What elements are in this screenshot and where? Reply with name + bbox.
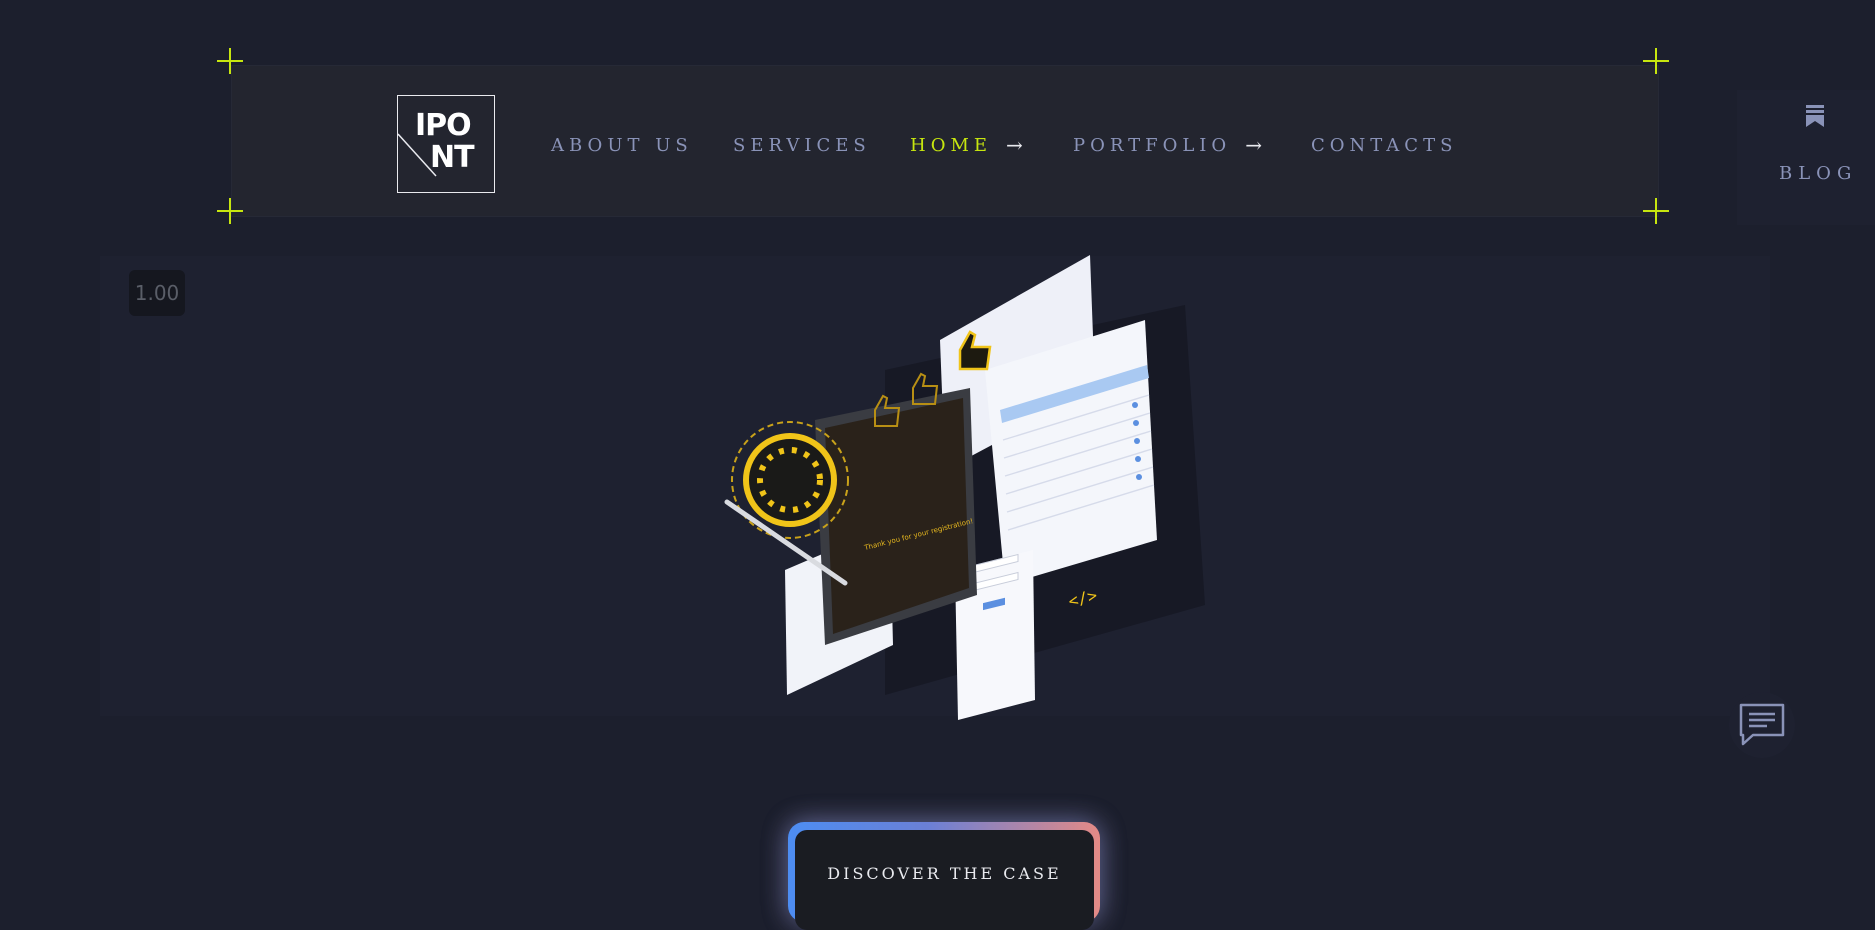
nav-portfolio-label: PORTFOLIO — [1073, 134, 1232, 156]
discover-case-button[interactable]: DISCOVER THE CASE — [795, 830, 1094, 930]
nav-portfolio[interactable]: PORTFOLIO → — [1073, 130, 1262, 160]
zoom-level-badge: 1.00 — [129, 270, 185, 316]
corner-plus-top-left — [217, 48, 243, 74]
nav-services-label: SERVICES — [733, 134, 871, 156]
chat-icon — [1739, 703, 1785, 746]
logo-text-line2: NT — [430, 140, 475, 175]
logo-text-line1: IPO — [415, 108, 472, 143]
blog-link[interactable]: BLOG — [1779, 163, 1857, 184]
arrow-right-icon: → — [1245, 133, 1262, 157]
isometric-ui-screens-illustration: Thank you for your registration! </> — [724, 255, 1205, 720]
corner-plus-top-right — [1643, 48, 1669, 74]
nav-home-label: HOME — [910, 134, 993, 156]
corner-plus-bottom-right — [1643, 198, 1669, 224]
bookmark-icon[interactable] — [1805, 104, 1825, 128]
nav-about-us-label: ABOUT US — [551, 134, 693, 156]
nav-home[interactable]: HOME → — [910, 130, 1023, 160]
discover-case-button-label: DISCOVER THE CASE — [827, 864, 1062, 883]
arrow-right-icon: → — [1006, 133, 1023, 157]
nav-services[interactable]: SERVICES — [733, 130, 871, 160]
site-logo[interactable]: IPO NT — [397, 95, 495, 193]
nav-contacts[interactable]: CONTACTS — [1311, 130, 1457, 160]
corner-plus-bottom-left — [217, 198, 243, 224]
nav-about-us[interactable]: ABOUT US — [551, 130, 693, 160]
chat-button[interactable] — [1729, 692, 1795, 758]
nav-contacts-label: CONTACTS — [1311, 134, 1458, 156]
